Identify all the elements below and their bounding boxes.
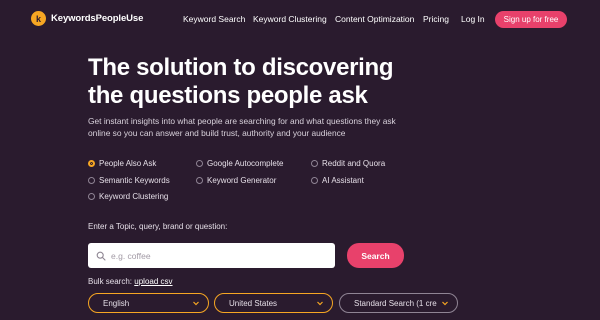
- option-people-also-ask[interactable]: People Also Ask: [88, 159, 156, 168]
- radio-icon[interactable]: [311, 160, 318, 167]
- option-keyword-clustering[interactable]: Keyword Clustering: [88, 192, 168, 201]
- search-mode-select[interactable]: Standard Search (1 cre: [339, 293, 458, 313]
- search-mode-select-value: Standard Search (1 cre: [354, 298, 437, 308]
- search-field[interactable]: [88, 243, 335, 268]
- page-title-line-2: the questions people ask: [88, 82, 368, 109]
- language-select-value: English: [103, 298, 130, 308]
- radio-selected-icon[interactable]: [88, 160, 95, 167]
- bulk-search-label: Bulk search:: [88, 277, 133, 286]
- option-reddit-quora[interactable]: Reddit and Quora: [311, 159, 385, 168]
- option-label: Semantic Keywords: [99, 176, 170, 185]
- option-label: AI Assistant: [322, 176, 364, 185]
- radio-icon[interactable]: [196, 177, 203, 184]
- nav-link-pricing[interactable]: Pricing: [423, 14, 449, 24]
- page-subtitle: Get instant insights into what people ar…: [88, 116, 396, 138]
- upload-csv-link[interactable]: upload csv: [134, 277, 172, 286]
- nav-link-keyword-search[interactable]: Keyword Search: [183, 14, 245, 24]
- nav-link-login[interactable]: Log In: [461, 14, 485, 24]
- country-select[interactable]: United States: [214, 293, 333, 313]
- radio-icon[interactable]: [196, 160, 203, 167]
- option-label: People Also Ask: [99, 159, 157, 168]
- page-title-line-1: The solution to discovering: [88, 54, 394, 81]
- option-label: Reddit and Quora: [322, 159, 386, 168]
- bulk-search: Bulk search: upload csv: [88, 277, 173, 286]
- search-label: Enter a Topic, query, brand or question:: [88, 222, 228, 231]
- nav-link-keyword-clustering[interactable]: Keyword Clustering: [253, 14, 327, 24]
- search-button[interactable]: Search: [347, 243, 404, 268]
- chevron-down-icon: [442, 301, 448, 306]
- radio-icon[interactable]: [88, 193, 95, 200]
- top-navigation: k KeywordsPeopleUse Keyword Search Keywo…: [0, 0, 600, 38]
- nav-link-content-optimization[interactable]: Content Optimization: [335, 14, 414, 24]
- option-google-autocomplete[interactable]: Google Autocomplete: [196, 159, 284, 168]
- brand-logo-icon: k: [31, 11, 46, 26]
- option-semantic-keywords[interactable]: Semantic Keywords: [88, 176, 170, 185]
- country-select-value: United States: [229, 298, 278, 308]
- option-ai-assistant[interactable]: AI Assistant: [311, 176, 364, 185]
- option-label: Google Autocomplete: [207, 159, 284, 168]
- chevron-down-icon: [193, 301, 199, 306]
- brand-logo[interactable]: k KeywordsPeopleUse: [31, 11, 143, 26]
- option-label: Keyword Clustering: [99, 192, 169, 201]
- language-select[interactable]: English: [88, 293, 209, 313]
- radio-icon[interactable]: [311, 177, 318, 184]
- search-icon: [96, 251, 106, 261]
- chevron-down-icon: [317, 301, 323, 306]
- brand-name: KeywordsPeopleUse: [51, 13, 144, 24]
- option-label: Keyword Generator: [207, 176, 277, 185]
- page-title: The solution to discovering the question…: [88, 54, 528, 110]
- search-input[interactable]: [111, 250, 311, 261]
- radio-icon[interactable]: [88, 177, 95, 184]
- signup-button[interactable]: Sign up for free: [495, 11, 567, 28]
- option-keyword-generator[interactable]: Keyword Generator: [196, 176, 276, 185]
